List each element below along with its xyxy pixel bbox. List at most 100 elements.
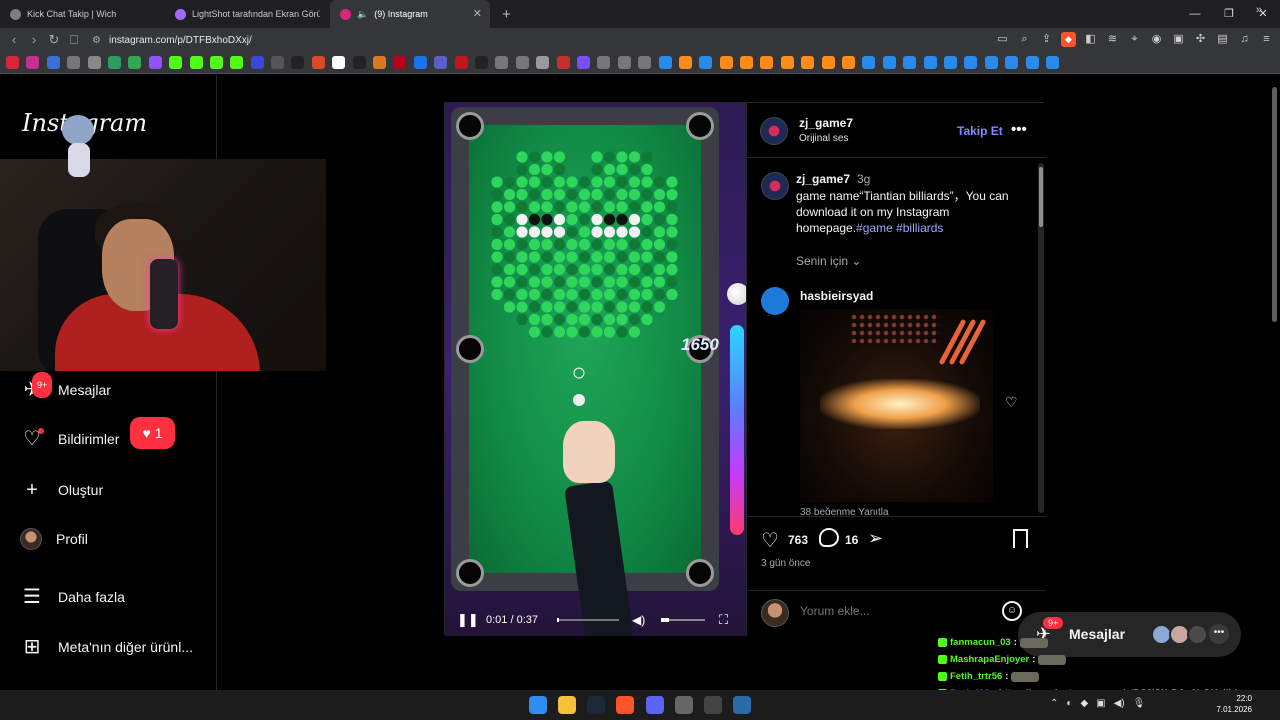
follow-button[interactable]: Takip Et <box>957 124 1003 138</box>
save-icon[interactable] <box>1013 529 1028 548</box>
like-count[interactable]: 763 <box>788 533 808 547</box>
bookmark-favicon-icon[interactable] <box>373 56 387 69</box>
commenter-avatar[interactable] <box>761 287 789 315</box>
comment-icon[interactable] <box>819 528 839 547</box>
app-icon[interactable] <box>733 696 751 714</box>
author-avatar[interactable] <box>760 117 788 145</box>
tray-icon[interactable]: ⌃ <box>1050 698 1058 709</box>
bookmark-favicon-icon[interactable] <box>169 56 183 69</box>
bookmark-favicon-icon[interactable] <box>638 56 652 69</box>
caption-username[interactable]: zj_game7 <box>796 172 850 186</box>
bookmark-favicon-icon[interactable] <box>719 56 733 69</box>
bookmark-favicon-icon[interactable] <box>291 56 305 69</box>
bookmark-favicon-icon[interactable] <box>6 56 19 69</box>
steam-icon[interactable] <box>587 696 605 714</box>
file-explorer-icon[interactable] <box>558 696 576 714</box>
comment-input[interactable] <box>800 604 990 618</box>
sidebar-icon[interactable]: ▤ <box>1215 32 1230 47</box>
pause-icon[interactable]: ❚❚ <box>457 612 479 628</box>
bookmark-favicon-icon[interactable] <box>311 56 325 69</box>
tray-icon[interactable]: ◐ <box>1066 698 1072 709</box>
bookmark-favicon-icon[interactable] <box>617 56 631 69</box>
post-video[interactable]: 1650 ❚❚ 0:01 / 0:37 ◀) ⛶ <box>445 103 746 636</box>
bookmark-favicon-icon[interactable] <box>413 56 427 69</box>
bookmark-favicon-icon[interactable] <box>474 56 488 69</box>
minimize-button[interactable]: — <box>1178 0 1212 28</box>
emoji-icon[interactable]: ☺ <box>1002 601 1022 621</box>
bookmark-favicon-icon[interactable] <box>882 56 896 69</box>
more-options-icon[interactable]: ••• <box>1011 121 1027 138</box>
bookmark-favicon-icon[interactable] <box>760 56 774 69</box>
obs-icon[interactable] <box>704 696 722 714</box>
bookmark-favicon-icon[interactable] <box>67 56 81 69</box>
discord-icon[interactable] <box>646 696 664 714</box>
sidebar-item-profile[interactable]: Profil <box>20 528 88 550</box>
bookmark-favicon-icon[interactable] <box>46 56 60 69</box>
caption-hashtags[interactable]: #game #billiards <box>856 221 943 235</box>
bookmark-favicon-icon[interactable] <box>87 56 101 69</box>
bookmark-favicon-icon[interactable] <box>107 56 121 69</box>
tray-icon[interactable]: ◆ <box>1080 698 1088 709</box>
bookmark-favicon-icon[interactable] <box>780 56 794 69</box>
bookmark-favicon-icon[interactable] <box>352 56 366 69</box>
bookmark-favicon-icon[interactable] <box>271 56 285 69</box>
close-tab-icon[interactable]: ✕ <box>473 7 482 20</box>
bookmark-favicon-icon[interactable] <box>964 56 978 69</box>
extension-icon[interactable]: ⌖ <box>1127 32 1142 47</box>
close-window-button[interactable]: ✕ <box>1246 0 1280 28</box>
new-tab-button[interactable]: + <box>502 6 511 23</box>
bookmark-favicon-icon[interactable] <box>842 56 856 69</box>
url-text[interactable]: instagram.com/p/DTFBxhoDXxj/ <box>109 35 252 46</box>
bookmark-favicon-icon[interactable] <box>454 56 468 69</box>
bookmark-favicon-icon[interactable] <box>699 56 713 69</box>
bookmark-favicon-icon[interactable] <box>923 56 937 69</box>
bookmark-favicon-icon[interactable] <box>536 56 550 69</box>
bookmark-favicon-icon[interactable] <box>1005 56 1019 69</box>
start-icon[interactable] <box>529 696 547 714</box>
puzzle-icon[interactable]: ✣ <box>1193 32 1208 47</box>
bookmark-favicon-icon[interactable] <box>576 56 590 69</box>
url-bar[interactable]: ⚙ instagram.com/p/DTFBxhoDXxj/ <box>92 35 252 46</box>
back-button[interactable]: ‹ <box>4 32 24 48</box>
mic-icon[interactable]: 🎙 <box>1133 698 1146 709</box>
zoom-icon[interactable]: ⌕ <box>1017 32 1032 47</box>
bookmark-favicon-icon[interactable] <box>740 56 754 69</box>
bookmarks-overflow-icon[interactable]: » <box>1256 4 1262 16</box>
reload-button[interactable]: ↻ <box>44 32 64 48</box>
bookmark-favicon-icon[interactable] <box>821 56 835 69</box>
browser-tab[interactable]: LightShot tarafından Ekran Görüntüsü <box>165 0 330 28</box>
bookmark-favicon-icon[interactable] <box>495 56 509 69</box>
page-scrollbar[interactable] <box>1271 75 1278 690</box>
bookmark-favicon-icon[interactable] <box>556 56 570 69</box>
brave-shields-icon[interactable]: ◆ <box>1061 32 1076 47</box>
clock[interactable]: 22:0 7.01.2026 <box>1212 693 1252 715</box>
sidebar-item-create[interactable]: + Oluştur <box>20 478 103 502</box>
like-icon[interactable]: ♡ <box>761 528 779 553</box>
media-icon[interactable]: ♫ <box>1237 32 1252 47</box>
bookmark-favicon-icon[interactable] <box>515 56 529 69</box>
bookmark-favicon-icon[interactable] <box>1045 56 1059 69</box>
bookmark-favicon-icon[interactable] <box>128 56 142 69</box>
notification-badge[interactable]: ♥ 1 <box>130 417 175 449</box>
bookmark-favicon-icon[interactable] <box>189 56 203 69</box>
sidebar-item-more[interactable]: ☰ Daha fazla <box>20 585 125 609</box>
bookmark-favicon-icon[interactable] <box>658 56 672 69</box>
extension-icon[interactable]: ◉ <box>1149 32 1164 47</box>
brave-icon[interactable] <box>616 696 634 714</box>
bookmark-favicon-icon[interactable] <box>943 56 957 69</box>
bookmark-favicon-icon[interactable] <box>332 56 346 69</box>
share-icon[interactable]: ➢ <box>868 528 883 549</box>
bookmark-favicon-icon[interactable] <box>393 56 407 69</box>
extension-icon[interactable]: ◧ <box>1083 32 1098 47</box>
bookmark-favicon-icon[interactable] <box>678 56 692 69</box>
site-settings-icon[interactable]: ⚙ <box>92 35 101 46</box>
app-icon[interactable] <box>675 696 693 714</box>
bookmark-favicon-icon[interactable] <box>862 56 876 69</box>
bookmark-favicon-icon[interactable] <box>26 56 40 69</box>
menu-icon[interactable]: ≡ <box>1259 32 1274 47</box>
bookmark-favicon-icon[interactable] <box>148 56 162 69</box>
extension-icon[interactable]: ▣ <box>1171 32 1186 47</box>
fullscreen-icon[interactable]: ⛶ <box>719 612 728 628</box>
wallet-icon[interactable]: ≋ <box>1105 32 1120 47</box>
bookmark-favicon-icon[interactable] <box>903 56 917 69</box>
